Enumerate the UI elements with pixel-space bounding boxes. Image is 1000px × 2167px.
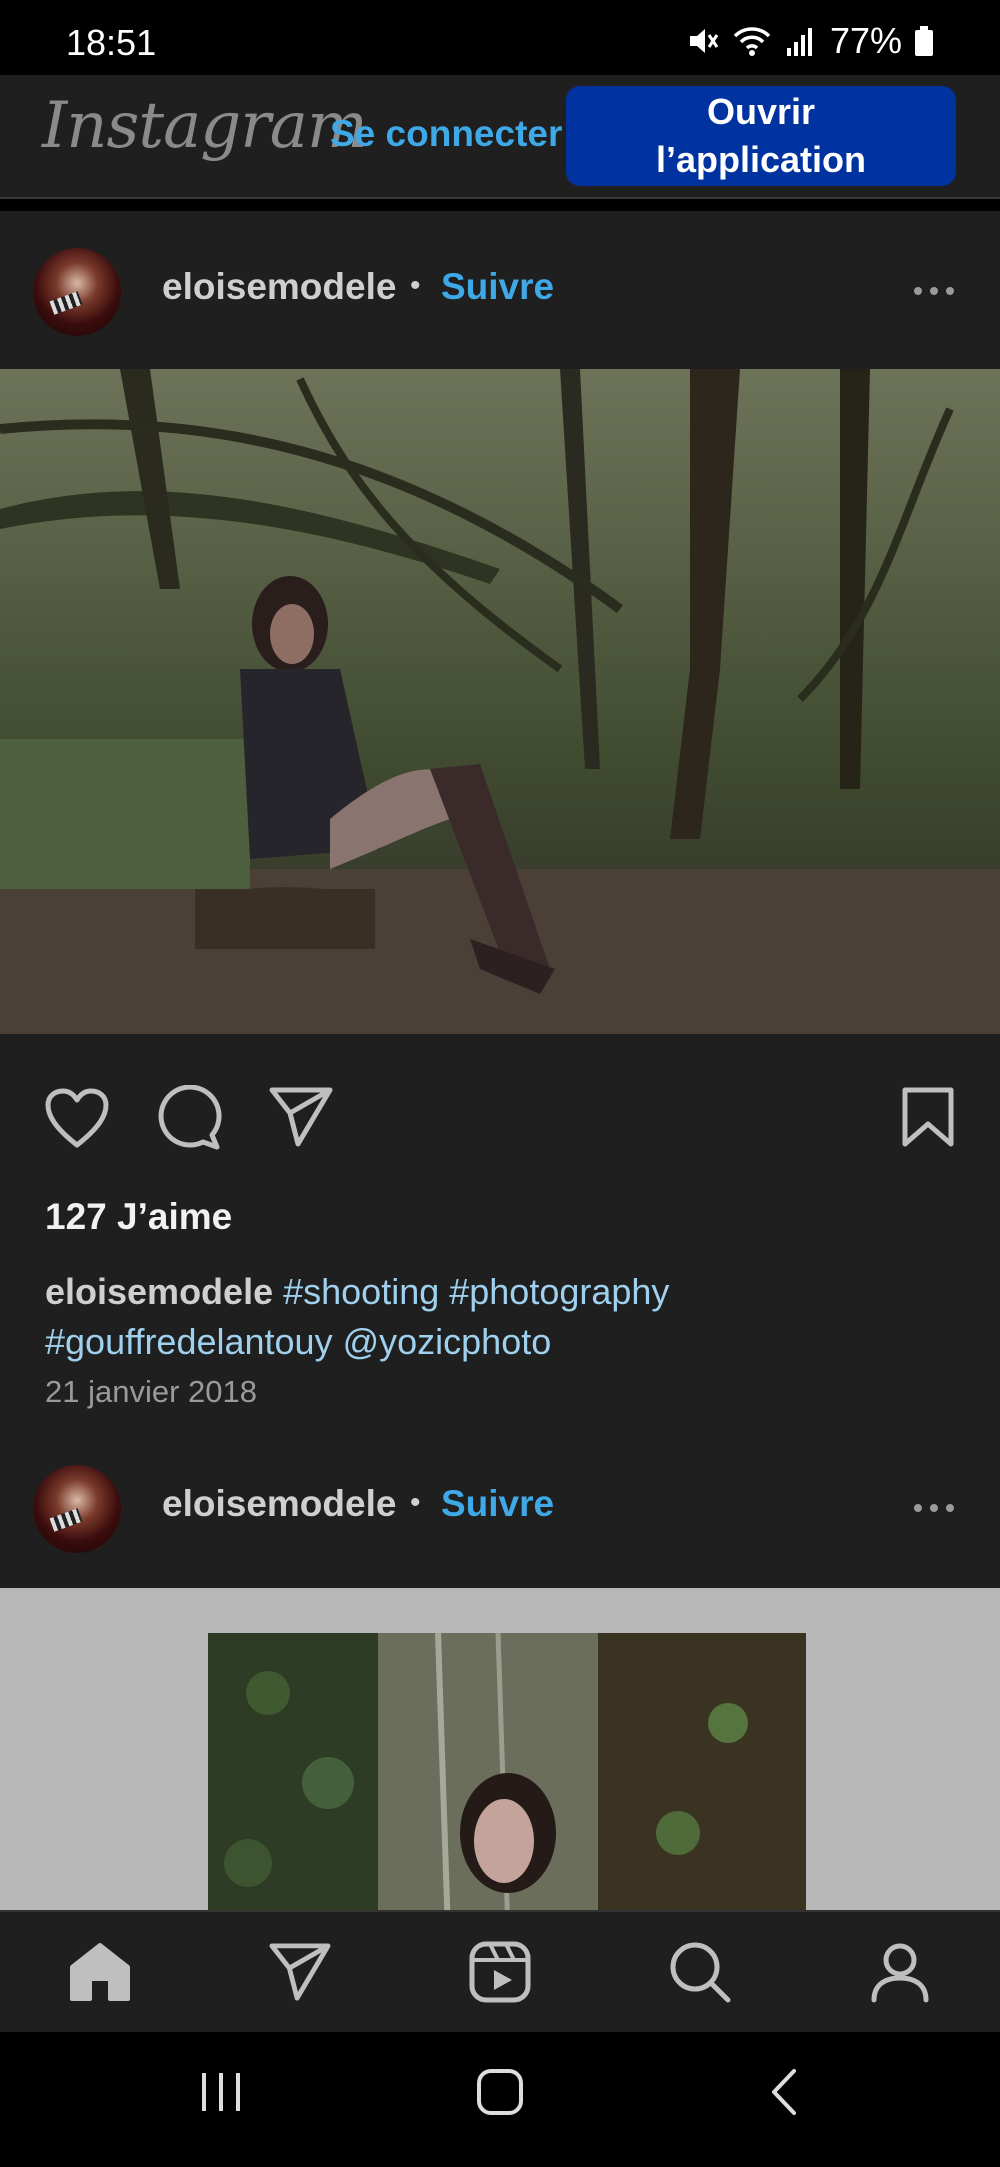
instagram-logo[interactable]: Instagram [42, 89, 368, 163]
app-header: Instagram Se connecter Ouvrir l’applicat… [0, 75, 1000, 199]
separator-dot: • [410, 1486, 421, 1519]
next-post-photo[interactable] [208, 1633, 806, 1910]
comment-icon[interactable] [156, 1085, 222, 1151]
avatar[interactable] [33, 248, 121, 336]
open-app-button[interactable]: Ouvrir l’application [566, 86, 956, 186]
post-photo[interactable] [0, 369, 1000, 1034]
wifi-icon [733, 27, 771, 56]
status-icons: 77% [686, 20, 934, 62]
follow-button[interactable]: Suivre [441, 266, 554, 308]
more-dots-icon[interactable] [914, 287, 954, 295]
post-header: eloisemodele • Suivre [0, 211, 1000, 371]
avatar[interactable] [33, 1465, 121, 1553]
status-bar: 18:51 77% [0, 0, 1000, 75]
likes-count[interactable]: 127 J’aime [45, 1196, 232, 1238]
next-post-photo-area [0, 1588, 1000, 1910]
post-caption: eloisemodele #shooting #photography #gou… [45, 1267, 945, 1367]
system-navigation-bar [0, 2032, 1000, 2167]
more-dots-icon[interactable] [914, 1504, 954, 1512]
heart-icon[interactable] [44, 1087, 110, 1149]
home-icon[interactable] [65, 1937, 135, 2007]
paper-plane-icon[interactable] [268, 1086, 334, 1148]
search-icon[interactable] [665, 1937, 735, 2007]
back-icon[interactable] [760, 2067, 810, 2117]
profile-icon[interactable] [865, 1937, 935, 2007]
home-button-icon[interactable] [475, 2067, 525, 2117]
paper-plane-icon[interactable] [265, 1937, 335, 2007]
battery-percent: 77% [829, 20, 902, 61]
login-link[interactable]: Se connecter [330, 113, 562, 155]
open-app-label-line1: Ouvrir [706, 91, 816, 132]
next-post-username[interactable]: eloisemodele [162, 1483, 396, 1525]
bottom-navigation [0, 1910, 1000, 2032]
recent-apps-icon[interactable] [196, 2067, 246, 2117]
signal-icon [786, 28, 812, 56]
bookmark-icon[interactable] [900, 1086, 956, 1148]
separator-dot: • [410, 269, 421, 302]
post-date[interactable]: 21 janvier 2018 [45, 1374, 257, 1410]
next-follow-button[interactable]: Suivre [441, 1483, 554, 1525]
mute-icon [689, 29, 719, 53]
battery-icon [915, 26, 933, 56]
status-time: 18:51 [66, 22, 157, 63]
reels-icon[interactable] [465, 1937, 535, 2007]
open-app-label-line2: l’application [655, 139, 867, 180]
next-post-header: eloisemodele • Suivre [0, 1432, 1000, 1588]
post-username[interactable]: eloisemodele [162, 266, 396, 308]
caption-username[interactable]: eloisemodele [45, 1271, 273, 1312]
